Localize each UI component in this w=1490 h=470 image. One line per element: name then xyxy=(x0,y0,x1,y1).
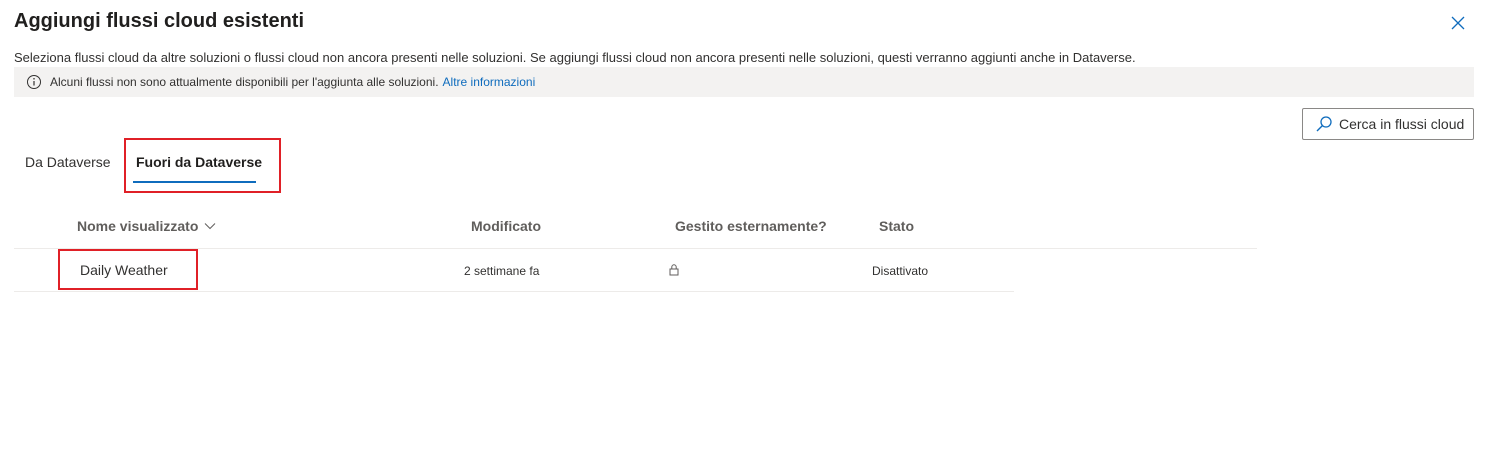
tab-highlight-box xyxy=(124,138,281,193)
learn-more-link[interactable]: Altre informazioni xyxy=(443,75,536,89)
close-button[interactable] xyxy=(1446,13,1470,37)
add-existing-cloud-flows-panel: Aggiungi flussi cloud esistenti Selezion… xyxy=(0,0,1490,470)
flow-modified: 2 settimane fa xyxy=(464,264,540,278)
row-highlight-box xyxy=(58,249,198,290)
search-cloud-flows-button[interactable]: Cerca in flussi cloud xyxy=(1302,108,1474,140)
tab-from-dataverse[interactable]: Da Dataverse xyxy=(25,154,111,170)
panel-title: Aggiungi flussi cloud esistenti xyxy=(14,10,305,32)
column-header-display-name[interactable]: Nome visualizzato xyxy=(77,218,216,234)
info-message-bar: Alcuni flussi non sono attualmente dispo… xyxy=(14,67,1474,97)
lock-icon xyxy=(668,263,680,276)
row-divider xyxy=(14,291,1014,292)
search-label: Cerca in flussi cloud xyxy=(1339,116,1465,132)
column-header-modified[interactable]: Modificato xyxy=(471,218,541,234)
header-divider xyxy=(14,248,1257,249)
column-header-label: Nome visualizzato xyxy=(77,218,199,234)
info-message-text: Alcuni flussi non sono attualmente dispo… xyxy=(50,75,439,89)
chevron-down-icon xyxy=(204,222,216,230)
info-icon xyxy=(26,74,42,90)
close-icon xyxy=(1451,16,1465,35)
column-header-state[interactable]: Stato xyxy=(879,218,914,234)
panel-description: Seleziona flussi cloud da altre soluzion… xyxy=(14,50,1136,65)
flow-state: Disattivato xyxy=(872,264,929,278)
search-icon xyxy=(1315,115,1333,133)
column-header-externally-managed[interactable]: Gestito esternamente? xyxy=(675,218,827,234)
